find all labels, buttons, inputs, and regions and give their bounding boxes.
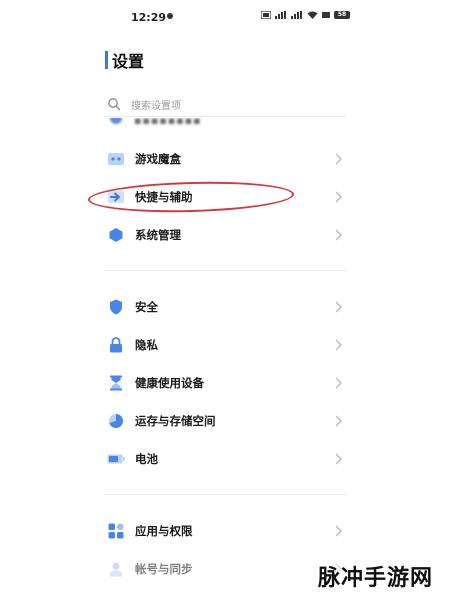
search-placeholder: 搜索设置项	[131, 100, 181, 112]
settings-item-label: 电池	[135, 452, 158, 466]
chevron-right-icon	[335, 415, 342, 427]
partial-item-icon	[110, 118, 122, 124]
wifi-icon	[307, 11, 318, 19]
settings-item-label: 健康使用设备	[135, 376, 204, 390]
status-bar: 12:29 58	[0, 8, 450, 28]
settings-item-label: 系统管理	[135, 228, 181, 242]
status-time: 12:29	[131, 11, 167, 24]
chevron-right-icon	[335, 153, 342, 165]
pie-chart-icon	[107, 412, 125, 430]
group-divider	[104, 494, 346, 495]
settings-item-digital-wellbeing[interactable]: 健康使用设备	[104, 366, 346, 400]
lock-icon	[107, 336, 125, 354]
hd-icon	[322, 12, 330, 18]
game-box-icon	[107, 150, 125, 168]
settings-item-security[interactable]: 安全	[104, 290, 346, 324]
watermark-text: 脉冲手游网	[318, 566, 434, 591]
shield-icon	[107, 298, 125, 316]
partial-list-item: ▪▪▪▪▪▪▪▪	[104, 118, 346, 130]
chevron-right-icon	[335, 301, 342, 313]
settings-item-label: 运存与存储空间	[135, 414, 216, 428]
settings-item-system[interactable]: 系统管理	[104, 218, 346, 252]
battery-icon	[107, 450, 125, 468]
group-divider	[104, 270, 346, 271]
page-title: 设置	[112, 52, 145, 71]
settings-item-label: 帐号与同步	[135, 562, 193, 576]
settings-item-accounts[interactable]: 帐号与同步	[104, 552, 346, 586]
account-person-icon	[107, 560, 125, 578]
settings-item-label: 应用与权限	[135, 524, 193, 538]
title-accent-bar	[105, 51, 108, 69]
signal-icon-2	[291, 11, 302, 19]
settings-item-apps[interactable]: 应用与权限	[104, 514, 346, 548]
page-header: 设置	[105, 48, 144, 72]
chevron-right-icon	[335, 191, 342, 203]
status-icons: 58	[261, 11, 350, 19]
settings-item-game-box[interactable]: 游戏魔盒	[104, 142, 346, 176]
battery-indicator: 58	[334, 11, 350, 19]
settings-item-label: 安全	[135, 300, 158, 314]
chevron-right-icon	[335, 453, 342, 465]
partial-item-label: ▪▪▪▪▪▪▪▪	[134, 118, 202, 127]
signal-icon-1	[275, 11, 286, 19]
chevron-right-icon	[335, 339, 342, 351]
chevron-right-icon	[335, 377, 342, 389]
chevron-right-icon	[335, 229, 342, 241]
apps-grid-icon	[107, 522, 125, 540]
hourglass-icon	[107, 374, 125, 392]
system-hexagon-icon	[107, 226, 125, 244]
settings-item-privacy[interactable]: 隐私	[104, 328, 346, 362]
settings-item-label: 游戏魔盒	[135, 152, 181, 166]
settings-item-storage[interactable]: 运存与存储空间	[104, 404, 346, 438]
notification-icon	[167, 13, 173, 19]
settings-item-label: 隐私	[135, 338, 158, 352]
search-input[interactable]: 搜索设置项	[104, 92, 346, 117]
search-icon	[108, 98, 121, 111]
nfc-icon	[261, 11, 271, 19]
chevron-right-icon	[335, 525, 342, 537]
settings-item-battery[interactable]: 电池	[104, 442, 346, 476]
